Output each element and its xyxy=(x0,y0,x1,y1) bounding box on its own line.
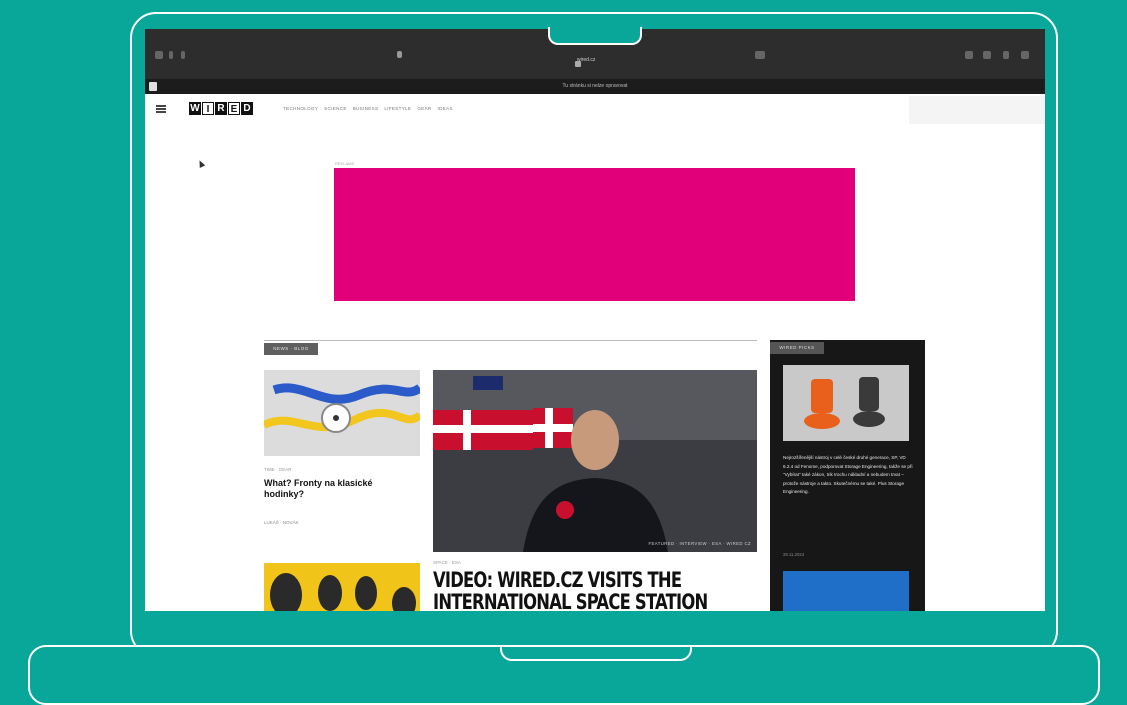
notice-bar: Tu stránku si nelze opravovat xyxy=(145,79,1045,94)
sidebar-article-image[interactable] xyxy=(783,365,909,441)
nav-link-technology[interactable]: TECHNOLOGY xyxy=(283,106,318,111)
browser-screen: wired.cz Tu stránku si nelze opravovat W… xyxy=(145,29,1045,611)
nav-link-science[interactable]: SCIENCE xyxy=(324,106,347,111)
laptop-base-notch xyxy=(500,645,692,661)
nav-links: TECHNOLOGY SCIENCE BUSINESS LIFESTYLE GE… xyxy=(283,106,453,111)
laptop-base xyxy=(28,645,1100,705)
nav-link-ideas[interactable]: IDEAS xyxy=(438,106,453,111)
tabs-overview-icon[interactable] xyxy=(1021,51,1029,59)
mouse-cursor-icon xyxy=(196,159,206,168)
sidebar-tag[interactable]: WIRED PICKS xyxy=(770,342,824,354)
article-meta: TIME · GEAR xyxy=(264,467,292,472)
search-box[interactable] xyxy=(909,96,1045,124)
section-header: NEWS · BLOG xyxy=(264,340,757,356)
share-icon[interactable] xyxy=(965,51,973,59)
feature-title[interactable]: VIDEO: WIRED.CZ VISITS THE INTERNATIONAL… xyxy=(433,569,708,611)
sidebar-article-image-2[interactable] xyxy=(783,571,909,611)
nav-link-business[interactable]: BUSINESS xyxy=(353,106,379,111)
device-photo xyxy=(783,365,909,441)
ad-label: REKLAMA xyxy=(335,161,355,166)
ad-banner[interactable] xyxy=(334,168,855,301)
watch-article-image[interactable] xyxy=(264,370,420,456)
camera-notch xyxy=(548,27,642,45)
new-tab-icon[interactable] xyxy=(1003,51,1009,59)
wired-logo[interactable]: W I R E D xyxy=(189,102,253,116)
sidebar-article-text[interactable]: Nejrozšířenější nástroj v celé české dru… xyxy=(783,454,913,497)
shield-icon[interactable] xyxy=(397,51,402,58)
feature-article-image[interactable]: FEATURED · INTERVIEW · ESA · WIRED CZ xyxy=(433,370,757,552)
notice-text: Tu stránku si nelze opravovat xyxy=(562,83,628,89)
forward-icon[interactable] xyxy=(181,51,185,59)
astronaut-photo xyxy=(433,370,757,552)
nav-link-lifestyle[interactable]: LIFESTYLE xyxy=(384,106,411,111)
feature-caption: FEATURED · INTERVIEW · ESA · WIRED CZ xyxy=(648,541,751,546)
site-navigation: W I R E D TECHNOLOGY SCIENCE BUSINESS LI… xyxy=(145,94,1045,124)
back-icon[interactable] xyxy=(169,51,173,59)
menu-icon[interactable] xyxy=(156,105,166,113)
close-icon[interactable] xyxy=(149,82,157,91)
movie-article-image[interactable] xyxy=(264,563,420,611)
sidebar-date: 28.11.2024 xyxy=(783,552,805,557)
watch-illustration xyxy=(264,370,420,456)
sidebar-panel: WIRED PICKS Nejrozšířenější nástroj v ce… xyxy=(770,340,925,611)
article-author[interactable]: LUKÁŠ · NOVÁK xyxy=(264,520,299,525)
section-tag[interactable]: NEWS · BLOG xyxy=(264,343,318,355)
sidebar-toggle-icon[interactable] xyxy=(155,51,163,59)
nav-link-gear[interactable]: GEAR xyxy=(417,106,431,111)
feature-meta: SPACE · ESA xyxy=(433,560,461,565)
poster-faces xyxy=(264,563,420,611)
article-title[interactable]: What? Fronty na klasické hodinky? xyxy=(264,478,414,500)
address-bar[interactable]: wired.cz xyxy=(577,57,595,63)
download-icon[interactable] xyxy=(983,51,991,59)
reader-icon[interactable] xyxy=(755,51,765,59)
